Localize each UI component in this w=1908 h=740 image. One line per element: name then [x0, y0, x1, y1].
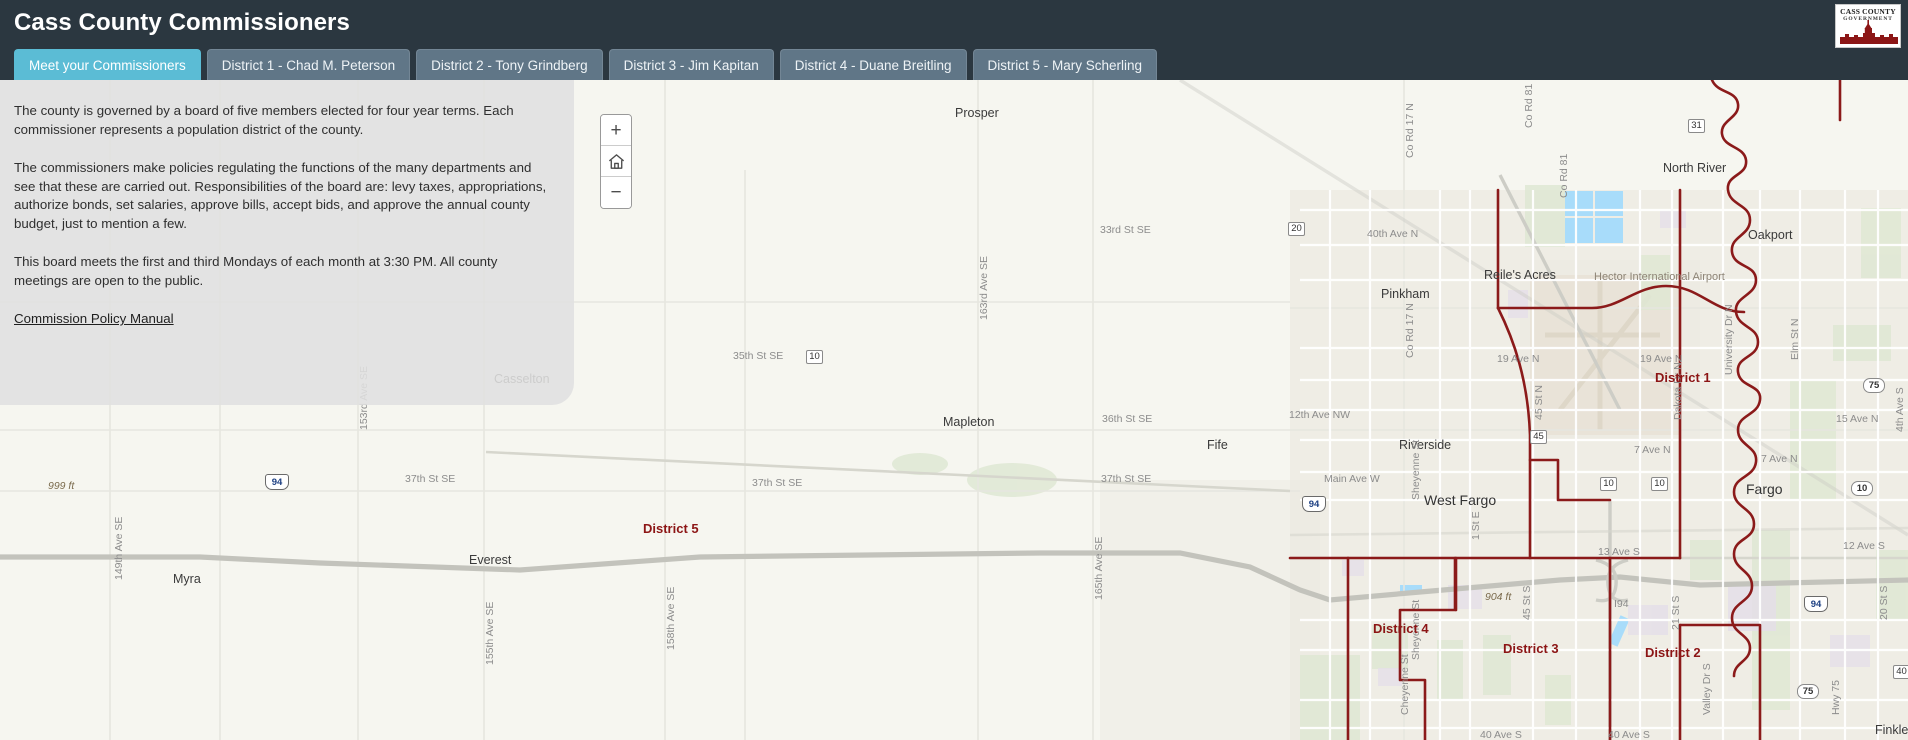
commissioners-info-panel: The county is governed by a board of fiv…: [0, 80, 574, 405]
zoom-in-icon[interactable]: +: [601, 115, 631, 146]
logo-line-1: CASS COUNTY: [1840, 7, 1896, 16]
info-paragraph-3: This board meets the first and third Mon…: [14, 254, 498, 288]
info-paragraph-1: The county is governed by a board of fiv…: [14, 103, 514, 137]
info-paragraph-2: The commissioners make policies regulati…: [14, 160, 547, 231]
map-zoom-controls[interactable]: + −: [600, 114, 632, 209]
zoom-out-icon[interactable]: −: [601, 177, 631, 208]
tab-2[interactable]: District 2 - Tony Grindberg: [416, 49, 603, 80]
tab-1[interactable]: District 1 - Chad M. Peterson: [206, 49, 411, 80]
cass-county-government-logo[interactable]: CASS COUNTY GOVERNMENT: [1835, 4, 1901, 48]
tab-5[interactable]: District 5 - Mary Scherling: [972, 49, 1158, 80]
tab-3[interactable]: District 3 - Jim Kapitan: [608, 49, 774, 80]
page-title: Cass County Commissioners: [14, 9, 350, 36]
tab-0[interactable]: Meet your Commissioners: [14, 49, 201, 80]
tab-4[interactable]: District 4 - Duane Breitling: [779, 49, 967, 80]
home-icon[interactable]: [601, 146, 631, 177]
courthouse-icon: [1840, 20, 1898, 44]
page-root: .rd { stroke:#ffffff; stroke-width:2.2; …: [0, 0, 1908, 740]
commission-policy-manual-link[interactable]: Commission Policy Manual: [14, 311, 174, 326]
commissioner-tab-bar[interactable]: Meet your Commissioners District 1 - Chad…: [14, 49, 1158, 80]
